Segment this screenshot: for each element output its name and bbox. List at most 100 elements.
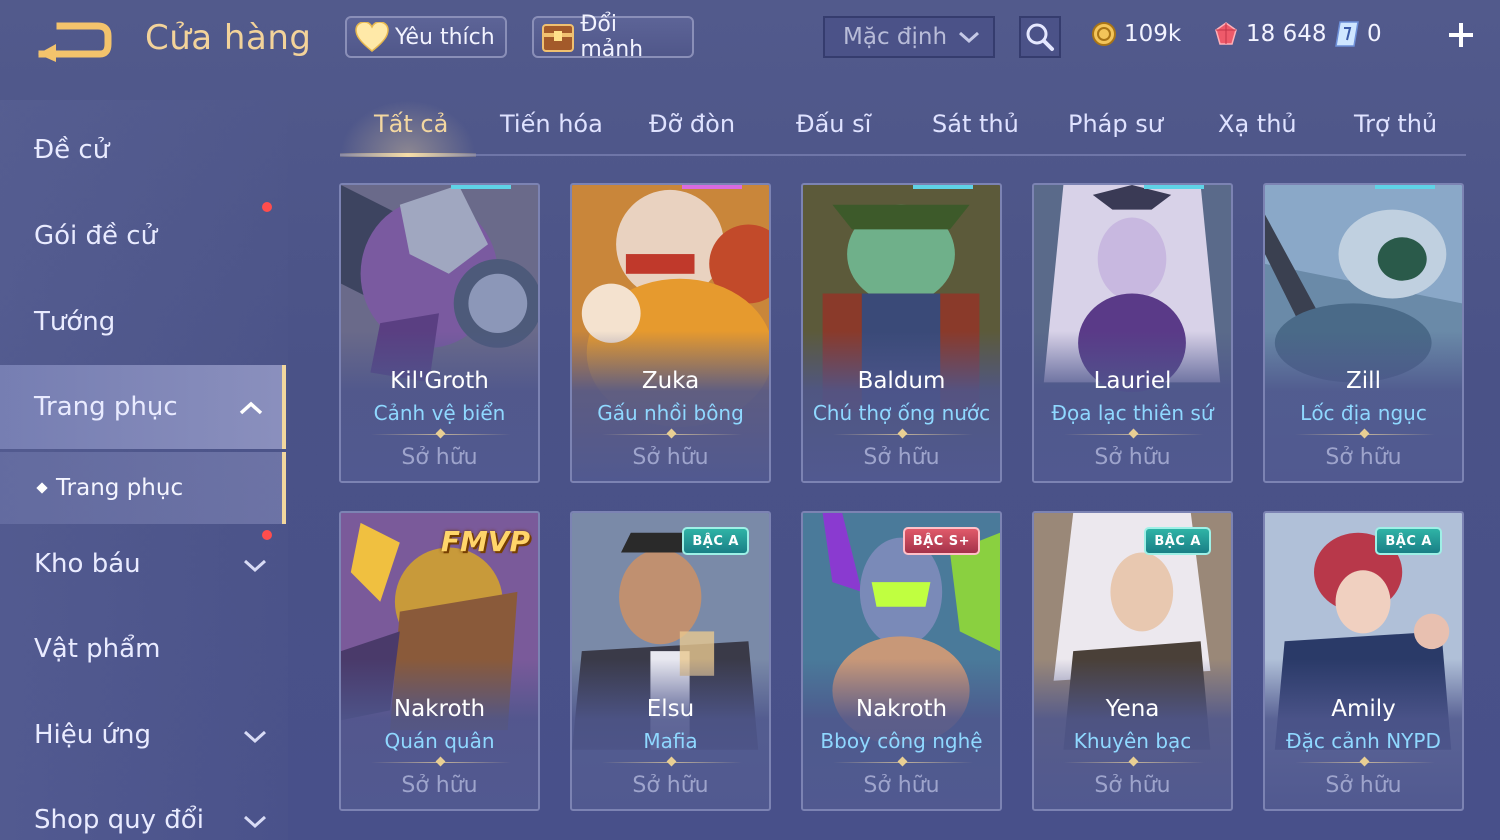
tab-support[interactable]: Trợ thủ (1354, 110, 1437, 138)
tab-evolution[interactable]: Tiến hóa (500, 110, 603, 138)
favorites-label: Yêu thích (395, 24, 495, 50)
favorites-button[interactable]: Yêu thích (345, 16, 507, 58)
treasure-chest-icon (540, 20, 576, 54)
sidebar-item-effects[interactable]: Hiệu ứng (0, 693, 286, 777)
owned-status: Sở hữu (1094, 773, 1171, 798)
owned-status: Sở hữu (632, 445, 709, 470)
skin-card[interactable]: Kil'Groth Cảnh vệ biển Sở hữu (339, 183, 540, 483)
skin-card[interactable]: Zuka Gấu nhồi bông Sở hữu (570, 183, 771, 483)
hero-name: Nakroth (855, 696, 948, 722)
skin-name: Quán quân (384, 729, 495, 753)
voucher-amount: 0 (1367, 21, 1382, 47)
skin-name: Đặc cảnh NYPD (1286, 729, 1441, 753)
top-up-button[interactable] (1444, 18, 1478, 52)
tab-mage[interactable]: Pháp sư (1068, 110, 1163, 138)
rarity-stripe (682, 185, 742, 189)
sidebar-subitem-skins[interactable]: Trang phục (0, 452, 286, 524)
skin-card[interactable]: BẬC A Amily Đặc cảnh NYPD Sở hữu (1263, 511, 1464, 811)
tab-fighter[interactable]: Đấu sĩ (796, 110, 871, 138)
sidebar-item-recommended-bundles[interactable]: Gói đề cử (0, 194, 286, 278)
sidebar-item-heroes[interactable]: Tướng (0, 280, 286, 364)
hero-name: Amily (1331, 696, 1396, 722)
sort-value: Mặc định (843, 24, 948, 50)
chevron-down-icon (957, 27, 981, 53)
sidebar-subitem-label: Trang phục (56, 475, 184, 501)
search-icon (1026, 23, 1054, 51)
skin-name: Lốc địa ngục (1300, 401, 1427, 425)
skin-card[interactable]: BẬC A Yena Khuyên bạc Sở hữu (1032, 511, 1233, 811)
active-tab-underline (340, 153, 476, 157)
owned-status: Sở hữu (863, 773, 940, 798)
tab-assassin[interactable]: Sát thủ (932, 110, 1019, 138)
sort-dropdown[interactable]: Mặc định (823, 16, 995, 58)
tier-badge: BẬC S+ (902, 527, 980, 555)
gold-amount: 109k (1124, 21, 1182, 47)
chevron-down-icon (242, 723, 268, 753)
skin-name: Gấu nhồi bông (597, 401, 744, 425)
hero-name: Zuka (641, 368, 700, 394)
sidebar-item-label: Gói đề cử (34, 221, 158, 251)
chevron-down-icon (242, 808, 268, 838)
sidebar-item-label: Shop quy đổi (34, 805, 204, 835)
back-button[interactable] (34, 18, 114, 64)
sidebar-item-exchange-shop[interactable]: Shop quy đổi (0, 778, 286, 840)
owned-status: Sở hữu (1094, 445, 1171, 470)
hero-name: Yena (1105, 696, 1160, 722)
voucher-icon (1333, 20, 1361, 48)
plus-icon (1449, 23, 1473, 47)
sidebar-item-skins[interactable]: Trang phục (0, 365, 286, 449)
notification-dot (262, 530, 272, 540)
heart-icon (353, 20, 391, 54)
sidebar-item-items[interactable]: Vật phẩm (0, 607, 286, 691)
skin-name: Bboy công nghệ (820, 729, 983, 753)
hero-name: Elsu (646, 696, 695, 722)
bullet-icon (36, 482, 48, 494)
exchange-shards-button[interactable]: Đổi mảnh (532, 12, 694, 62)
gold-coin-icon (1090, 20, 1118, 48)
sidebar-item-treasure[interactable]: Kho báu (0, 522, 286, 606)
chevron-down-icon (242, 552, 268, 582)
tier-badge: BẬC A (1375, 527, 1442, 555)
sidebar-item-label: Kho báu (34, 549, 141, 579)
rarity-stripe (451, 185, 511, 189)
hero-name: Kil'Groth (390, 368, 489, 394)
skin-card[interactable]: BẬC A Elsu Mafia Sở hữu (570, 511, 771, 811)
fmvp-badge: FMVP (440, 525, 530, 558)
sidebar-item-label: Đề cử (34, 135, 110, 165)
red-gem-icon (1212, 20, 1240, 48)
hero-name: Lauriel (1093, 368, 1172, 394)
skin-card[interactable]: BẬC S+ Nakroth Bboy công nghệ Sở hữu (801, 511, 1002, 811)
owned-status: Sở hữu (1325, 445, 1402, 470)
tier-badge: BẬC A (682, 527, 749, 555)
sidebar-item-label: Trang phục (34, 392, 178, 422)
skin-name: Mafia (643, 729, 698, 753)
chevron-up-icon (238, 395, 264, 425)
skin-card[interactable]: Zill Lốc địa ngục Sở hữu (1263, 183, 1464, 483)
exchange-shards-label: Đổi mảnh (580, 12, 644, 62)
skin-card[interactable]: Lauriel Đọa lạc thiên sứ Sở hữu (1032, 183, 1233, 483)
owned-status: Sở hữu (401, 773, 478, 798)
rarity-stripe (1144, 185, 1204, 189)
skin-card[interactable]: FMVP Nakroth Quán quân Sở hữu (339, 511, 540, 811)
tab-marksman[interactable]: Xạ thủ (1218, 110, 1297, 138)
sidebar-item-label: Hiệu ứng (34, 720, 151, 750)
gem-amount: 18 648 (1246, 21, 1327, 47)
tier-badge: BẬC A (1144, 527, 1211, 555)
skin-name: Cảnh vệ biển (373, 401, 506, 425)
sidebar-item-label: Tướng (34, 307, 116, 337)
page-title: Cửa hàng (145, 18, 312, 58)
tab-all[interactable]: Tất cả (374, 110, 448, 138)
tab-tank[interactable]: Đỡ đòn (649, 110, 735, 138)
role-tabs: Tất cả Tiến hóa Đỡ đòn Đấu sĩ Sát thủ Ph… (340, 100, 1466, 157)
sidebar-item-label: Vật phẩm (34, 634, 161, 664)
gem-balance: 18 648 (1212, 18, 1326, 50)
sidebar-item-recommended[interactable]: Đề cử (0, 108, 286, 192)
notification-dot (262, 202, 272, 212)
rarity-stripe (1375, 185, 1435, 189)
owned-status: Sở hữu (401, 445, 478, 470)
skin-name: Chú thợ ống nước (812, 401, 991, 425)
voucher-balance: 0 (1333, 18, 1382, 50)
skin-card[interactable]: Baldum Chú thợ ống nước Sở hữu (801, 183, 1002, 483)
search-button[interactable] (1019, 16, 1061, 58)
rarity-stripe (913, 185, 973, 189)
